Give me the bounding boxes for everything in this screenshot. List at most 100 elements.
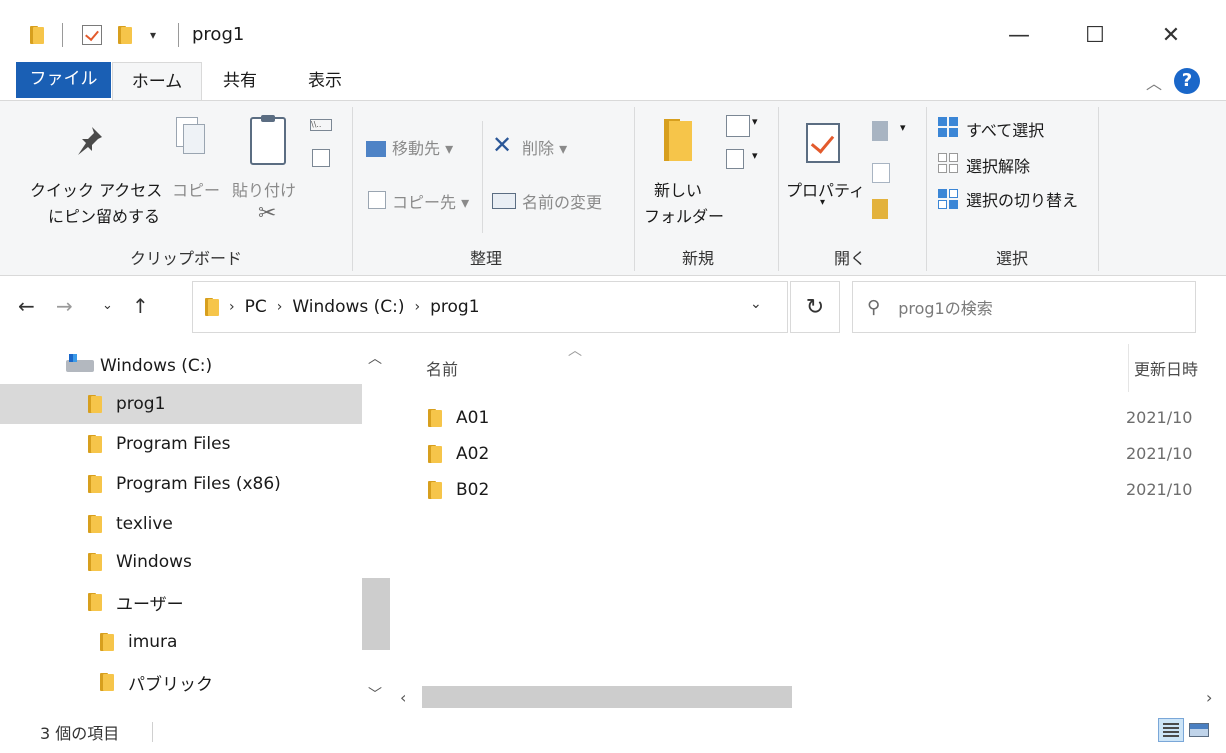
- properties-quick-icon[interactable]: [82, 22, 102, 48]
- invert-selection-icon[interactable]: [938, 189, 958, 209]
- file-row[interactable]: B02: [428, 474, 489, 506]
- tab-home[interactable]: ホーム: [112, 62, 202, 101]
- nav-item-windows[interactable]: Windows: [0, 542, 362, 582]
- close-button[interactable]: ✕: [1148, 18, 1194, 52]
- horizontal-scrollbar[interactable]: ‹ ›: [392, 686, 1226, 710]
- open-icon[interactable]: [872, 121, 888, 141]
- address-dropdown-icon[interactable]: ⌄: [750, 296, 762, 312]
- breadcrumb-pc[interactable]: PC: [245, 297, 267, 317]
- tab-share[interactable]: 共有: [210, 62, 270, 100]
- paste-icon[interactable]: [250, 115, 286, 165]
- title-bar: ▾ prog1 — ☐ ✕: [0, 0, 1226, 60]
- nav-item-label: ユーザー: [116, 594, 184, 615]
- copy-button-label[interactable]: コピー: [172, 177, 220, 201]
- nav-pane-scrollbar[interactable]: ︿ ﹀: [362, 344, 390, 706]
- nav-item-public[interactable]: パブリック: [0, 662, 362, 702]
- copy-icon[interactable]: [176, 117, 206, 155]
- select-all-button[interactable]: すべて選択: [966, 117, 1044, 141]
- details-view-icon[interactable]: [1158, 718, 1184, 742]
- column-header-name[interactable]: 名前: [426, 344, 458, 392]
- select-none-icon[interactable]: [938, 153, 958, 173]
- sort-indicator-icon: ︿: [568, 343, 582, 359]
- file-name: A01: [456, 408, 490, 428]
- address-bar[interactable]: › PC › Windows (C:) › prog1: [192, 281, 788, 333]
- maximize-button[interactable]: ☐: [1072, 18, 1118, 52]
- customize-toolbar-icon[interactable]: ▾: [150, 22, 156, 48]
- forward-arrow-icon[interactable]: →: [56, 294, 73, 318]
- navigation-pane: Windows (C:) prog1 Program Files Program…: [0, 344, 390, 706]
- breadcrumb-prog1[interactable]: prog1: [430, 297, 479, 317]
- new-item-dropdown-icon[interactable]: ▾: [752, 115, 758, 128]
- scrollbar-thumb[interactable]: [422, 686, 792, 710]
- up-arrow-icon[interactable]: ↑: [132, 294, 149, 318]
- nav-item-users[interactable]: ユーザー: [0, 582, 362, 622]
- scroll-left-icon[interactable]: ‹: [400, 688, 406, 707]
- cut-icon[interactable]: ✂: [258, 201, 276, 226]
- column-separator[interactable]: [1128, 344, 1129, 392]
- properties-button[interactable]: プロパティ: [786, 177, 865, 201]
- file-row[interactable]: A02: [428, 438, 489, 470]
- new-folder-label-2[interactable]: フォルダー: [644, 203, 724, 227]
- nav-item-prog1[interactable]: prog1: [0, 384, 362, 424]
- nav-item-imura[interactable]: imura: [0, 622, 362, 662]
- nav-item-texlive[interactable]: texlive: [0, 504, 362, 544]
- chevron-right-icon[interactable]: ›: [229, 299, 235, 315]
- new-folder-label-1[interactable]: 新しい: [654, 177, 702, 201]
- move-to-button[interactable]: 移動先 ▾: [392, 135, 453, 159]
- navigation-bar: ← → ⌄ ↑ › PC › Windows (C:) › prog1 ⌄ ↻ …: [0, 276, 1226, 342]
- copy-to-button[interactable]: コピー先 ▾: [392, 189, 469, 213]
- pin-quick-access-label-1[interactable]: クイック アクセス: [30, 177, 162, 201]
- ribbon-tabs: ファイル ホーム 共有 表示: [0, 62, 1226, 101]
- nav-item-program-files-x86[interactable]: Program Files (x86): [0, 464, 362, 504]
- group-separator: [1098, 107, 1099, 271]
- folder-icon: [88, 475, 102, 493]
- search-box[interactable]: ⚲ prog1の検索: [852, 281, 1196, 333]
- rename-button[interactable]: 名前の変更: [522, 189, 602, 213]
- invert-selection-button[interactable]: 選択の切り替え: [966, 187, 1078, 211]
- file-modified: 2021/10: [1126, 444, 1193, 463]
- edit-icon[interactable]: [872, 163, 890, 183]
- nav-item-program-files[interactable]: Program Files: [0, 424, 362, 464]
- column-header-modified[interactable]: 更新日時: [1134, 344, 1226, 392]
- nav-item-windows-c[interactable]: Windows (C:): [0, 346, 362, 386]
- move-to-icon[interactable]: [366, 141, 386, 157]
- delete-button[interactable]: 削除 ▾: [522, 135, 567, 159]
- pin-icon[interactable]: [74, 125, 104, 155]
- minimize-button[interactable]: —: [996, 18, 1042, 52]
- tab-view[interactable]: 表示: [290, 62, 360, 100]
- select-none-button[interactable]: 選択解除: [966, 153, 1030, 177]
- scroll-down-icon[interactable]: ﹀: [368, 684, 382, 704]
- scrollbar-thumb[interactable]: [362, 578, 390, 650]
- back-arrow-icon[interactable]: ←: [18, 294, 35, 318]
- scroll-right-icon[interactable]: ›: [1206, 688, 1212, 707]
- copy-path-icon[interactable]: \\..: [310, 119, 332, 131]
- pin-quick-access-label-2[interactable]: にピン留めする: [48, 203, 160, 227]
- properties-dropdown-icon[interactable]: ▾: [820, 197, 825, 208]
- breadcrumb-windows-c[interactable]: Windows (C:): [292, 297, 404, 317]
- paste-shortcut-icon[interactable]: [312, 149, 330, 167]
- refresh-icon[interactable]: ↻: [790, 281, 840, 333]
- easy-access-icon[interactable]: [726, 149, 744, 169]
- properties-icon[interactable]: [806, 123, 840, 163]
- paste-button-label[interactable]: 貼り付け: [232, 177, 296, 201]
- help-icon[interactable]: ?: [1174, 68, 1200, 94]
- collapse-ribbon-icon[interactable]: ︿: [1146, 70, 1162, 94]
- new-folder-quick-icon[interactable]: [118, 22, 132, 48]
- select-all-icon[interactable]: [938, 117, 958, 137]
- new-folder-icon[interactable]: [664, 119, 692, 161]
- nav-item-label: Program Files (x86): [116, 474, 281, 494]
- scroll-up-icon[interactable]: ︿: [368, 348, 382, 368]
- new-item-icon[interactable]: [726, 115, 750, 137]
- recent-locations-icon[interactable]: ⌄: [102, 298, 113, 313]
- chevron-right-icon[interactable]: ›: [277, 299, 283, 315]
- copy-to-icon[interactable]: [368, 191, 386, 209]
- large-icons-view-icon[interactable]: [1186, 718, 1212, 742]
- delete-icon[interactable]: ✕: [492, 131, 512, 159]
- file-row[interactable]: A01: [428, 402, 489, 434]
- open-dropdown-icon[interactable]: ▾: [900, 121, 906, 134]
- rename-icon[interactable]: [492, 193, 516, 209]
- easy-access-dropdown-icon[interactable]: ▾: [752, 149, 758, 162]
- chevron-right-icon[interactable]: ›: [415, 299, 421, 315]
- history-icon[interactable]: [872, 199, 888, 219]
- tab-file[interactable]: ファイル: [16, 62, 111, 98]
